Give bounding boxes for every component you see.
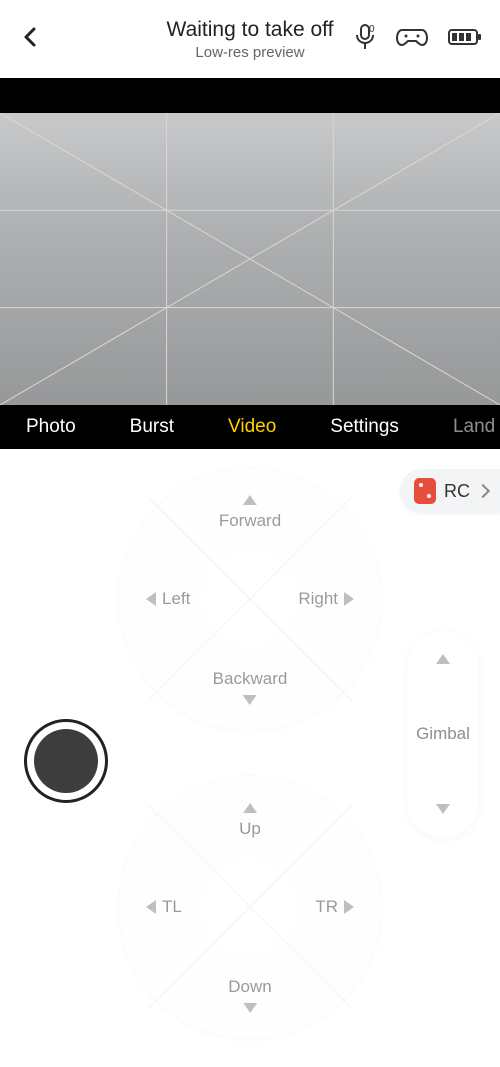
status-subtitle: Low-res preview — [167, 44, 334, 61]
back-button[interactable] — [18, 25, 42, 54]
triangle-right-icon — [344, 592, 354, 606]
shutter-inner — [34, 729, 98, 793]
gimbal-slider[interactable]: Gimbal — [406, 630, 480, 838]
up-label: Up — [239, 803, 261, 839]
triangle-down-icon — [243, 1003, 257, 1013]
triangle-left-icon — [146, 900, 156, 914]
altitude-joystick[interactable]: Up Down TL TR — [118, 775, 382, 1039]
triangle-up-icon — [243, 803, 257, 813]
triangle-right-icon — [344, 900, 354, 914]
forward-label: Forward — [219, 495, 281, 531]
down-label: Down — [228, 977, 271, 1013]
gimbal-label: Gimbal — [416, 724, 470, 744]
triangle-down-icon — [243, 695, 257, 705]
status-title: Waiting to take off — [167, 18, 334, 42]
header-title-group: Waiting to take off Low-res preview — [167, 18, 334, 61]
triangle-up-icon — [243, 495, 257, 505]
mic-icon[interactable]: 0 — [354, 23, 376, 56]
controls-area: RC Forward Backward Left Right Gimbal Up… — [0, 449, 500, 1067]
svg-text:0: 0 — [369, 24, 375, 35]
mode-photo[interactable]: Photo — [26, 416, 76, 438]
battery-icon[interactable] — [448, 27, 482, 52]
backward-label: Backward — [213, 669, 288, 705]
mode-video[interactable]: Video — [228, 416, 276, 438]
triangle-left-icon — [146, 592, 156, 606]
rc-label: RC — [444, 481, 470, 502]
chevron-right-icon — [476, 484, 490, 498]
camera-preview[interactable] — [0, 113, 500, 405]
tl-label: TL — [146, 897, 182, 917]
right-label: Right — [298, 589, 354, 609]
tr-label: TR — [315, 897, 354, 917]
controller-icon[interactable] — [396, 26, 428, 53]
shutter-button[interactable] — [24, 719, 108, 803]
mode-settings[interactable]: Settings — [330, 416, 399, 438]
rc-badge-icon — [414, 478, 436, 504]
direction-joystick[interactable]: Forward Backward Left Right — [118, 467, 382, 731]
mode-bar: Photo Burst Video Settings Land — [0, 405, 500, 449]
mode-burst[interactable]: Burst — [130, 416, 174, 438]
header: Waiting to take off Low-res preview 0 — [0, 0, 500, 78]
rc-button[interactable]: RC — [400, 469, 500, 513]
top-black-band — [0, 78, 500, 113]
gimbal-up-icon — [436, 654, 450, 664]
mode-land[interactable]: Land — [453, 416, 495, 438]
left-label: Left — [146, 589, 190, 609]
gimbal-down-icon — [436, 804, 450, 814]
